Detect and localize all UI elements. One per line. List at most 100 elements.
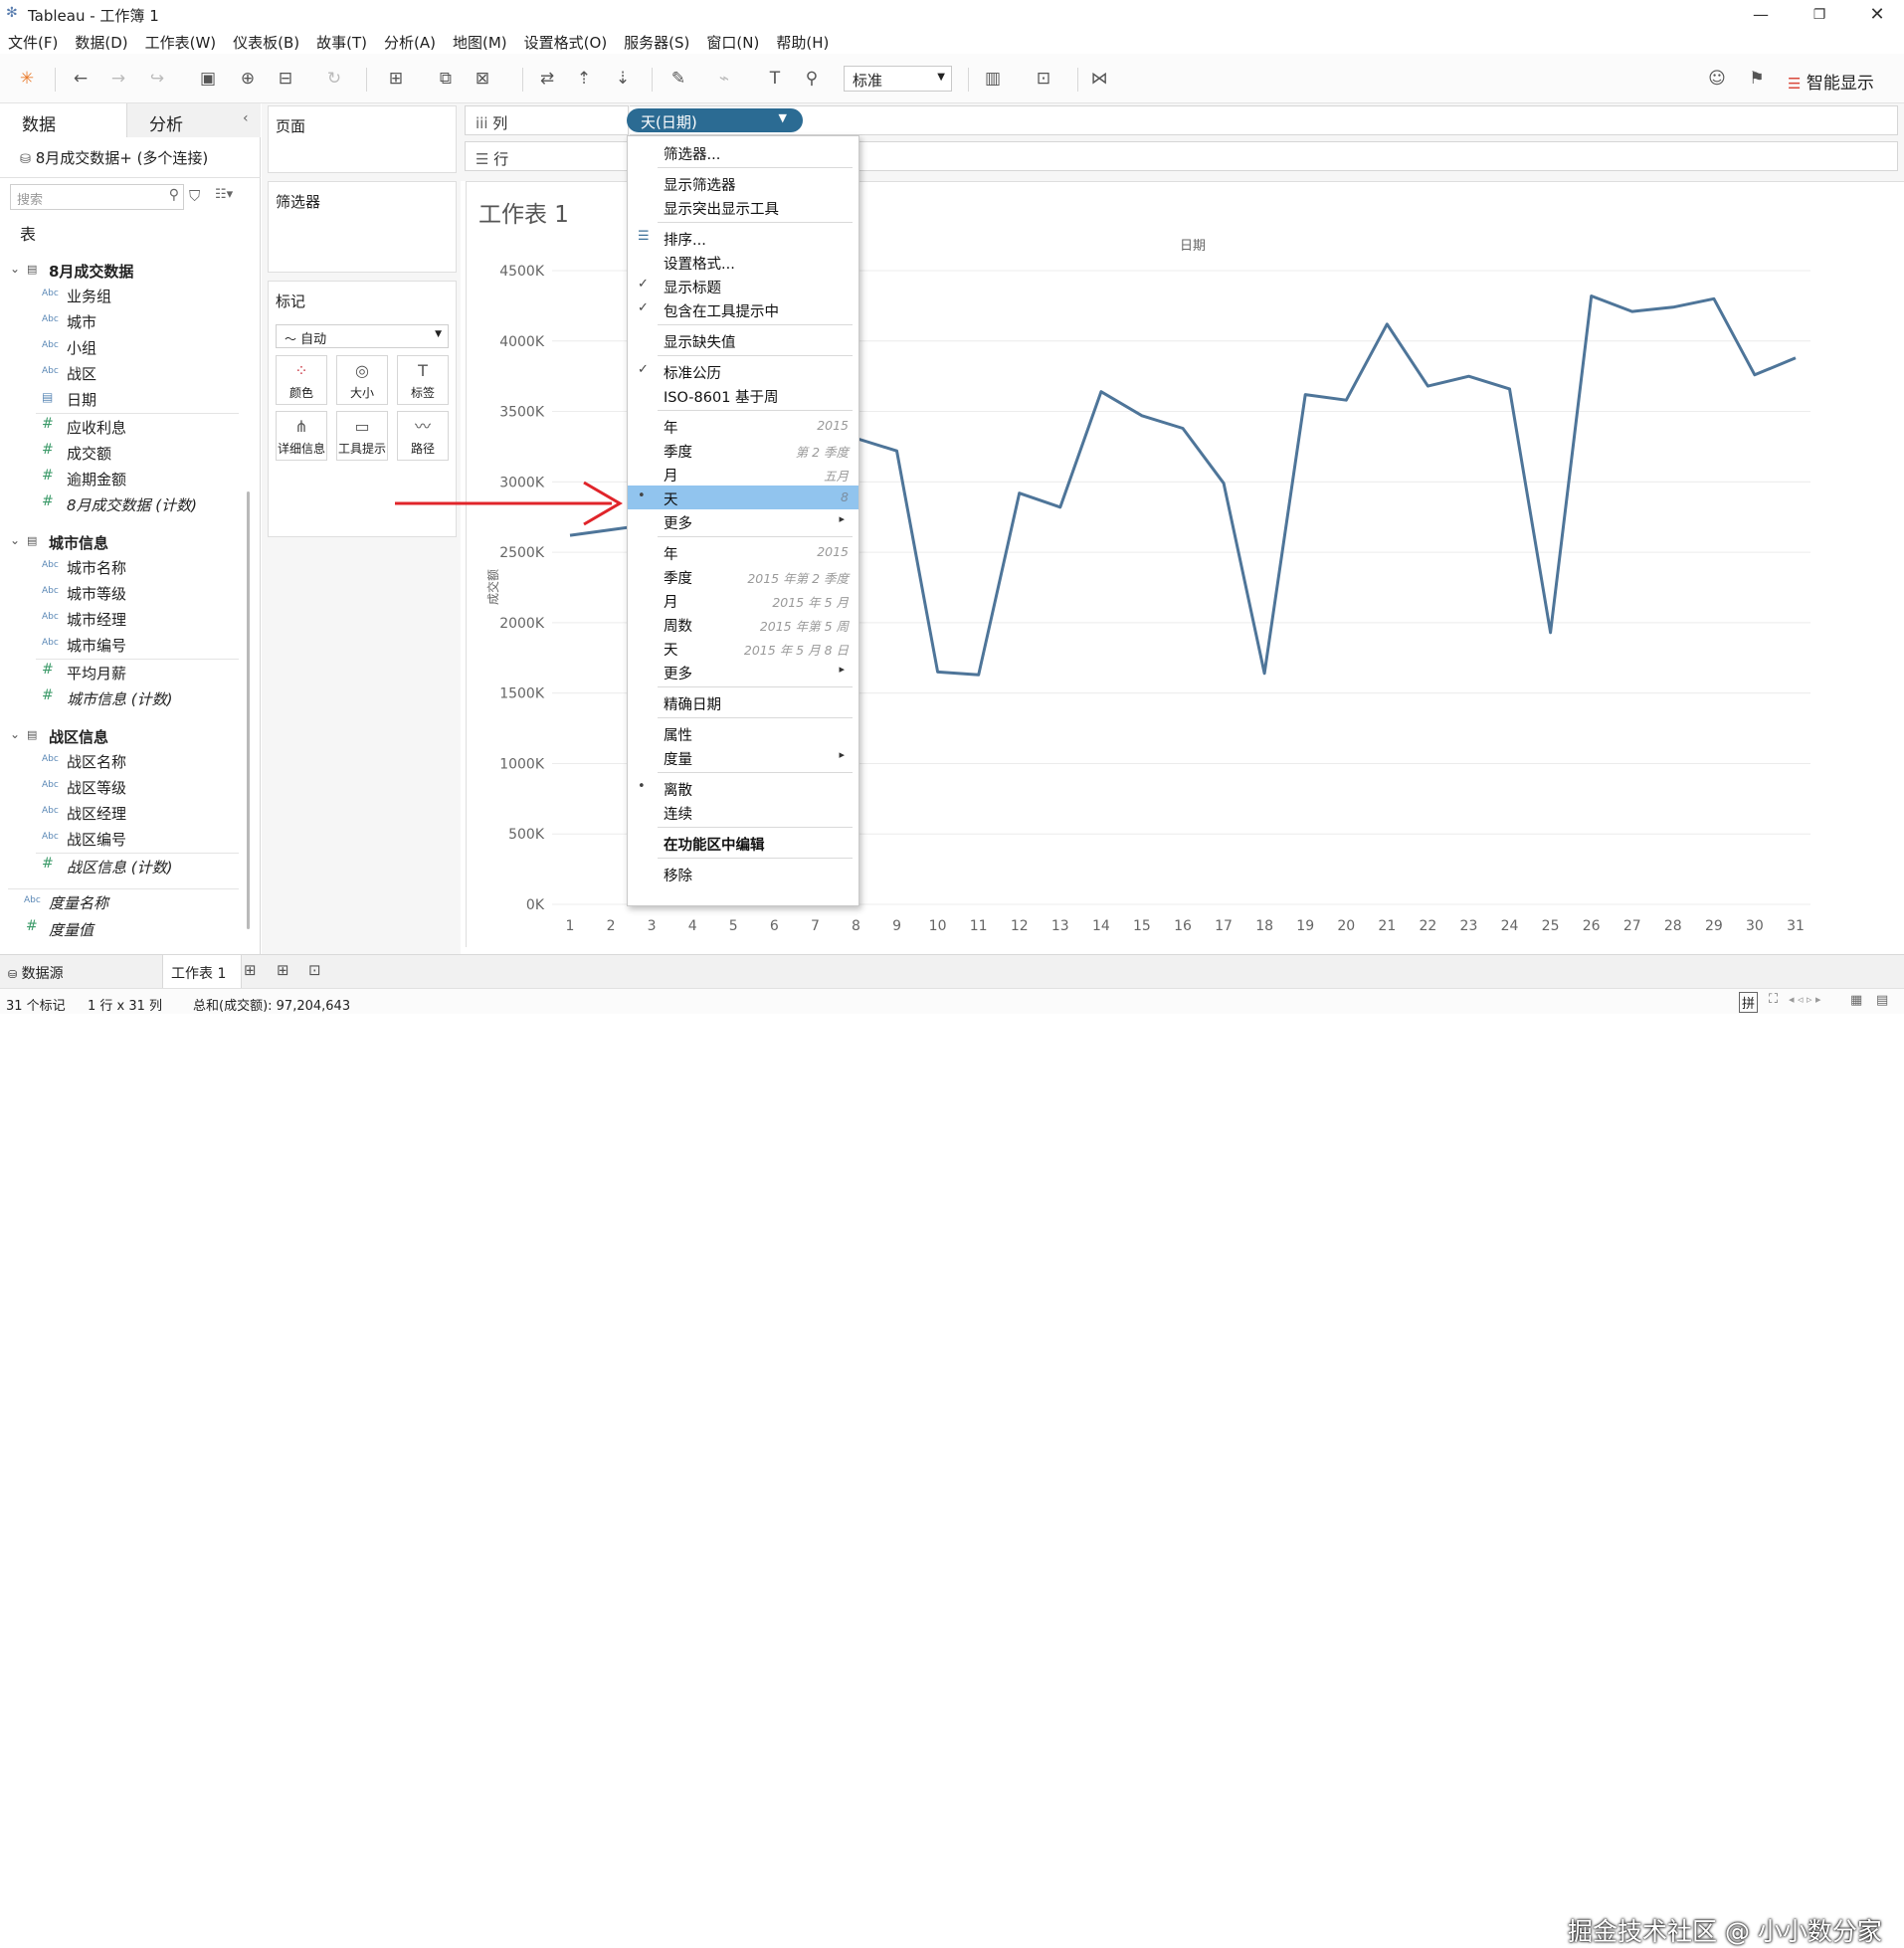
field-item[interactable]: ▤ 日期 (0, 386, 249, 412)
save-icon[interactable]: ▣ (195, 66, 221, 92)
date-pill[interactable]: 天(日期) ▼ (627, 108, 803, 132)
table-header[interactable]: ⌄ ▤ 8月成交数据 (0, 258, 249, 284)
undo-icon[interactable]: ← (68, 66, 94, 92)
path-button[interactable]: 〰路径 (397, 411, 449, 461)
menu-item[interactable]: ✓ 显示标题 (628, 274, 858, 297)
menu-item[interactable]: 筛选器... (628, 140, 858, 164)
collapse-icon[interactable]: ‹ (243, 110, 249, 126)
menu-item[interactable]: 度量 ▸ (628, 745, 858, 769)
field-item[interactable]: # 城市信息 (计数) (0, 685, 249, 711)
menu-item[interactable]: 精确日期 (628, 690, 858, 714)
field-item[interactable]: Abc 城市经理 (0, 606, 249, 632)
highlight-icon[interactable]: ✎ (666, 66, 691, 92)
field-item[interactable]: Abc 城市名称 (0, 554, 249, 580)
ask-data-icon[interactable]: ☺ (1704, 66, 1730, 92)
menu-item[interactable]: 更多 ▸ (628, 660, 858, 683)
menu-item[interactable]: • 天 8 (628, 486, 858, 509)
menu-file[interactable]: 文件(F) (0, 28, 67, 53)
nav-icon[interactable]: ⛶ (1769, 992, 1778, 1007)
new-dashboard-icon[interactable]: ⊞ (277, 961, 289, 979)
menu-item[interactable]: 连续 (628, 800, 858, 824)
restore-icon[interactable]: ❐ (1797, 2, 1842, 28)
show-cards-icon[interactable]: ▥ (980, 66, 1006, 92)
field-item[interactable]: #8月成交数据 (计数) (0, 491, 249, 517)
menu-item[interactable]: 周数 2015 年第 5 周 (628, 612, 858, 636)
detail-button[interactable]: ⋔ 详细信息 (276, 411, 327, 461)
new-worksheet-icon[interactable]: ⊞ (244, 961, 257, 979)
fit-select[interactable]: 标准 ▼ (844, 66, 952, 92)
label-button[interactable]: T 标签 (397, 355, 449, 405)
pages-card[interactable]: 页面 (268, 105, 457, 173)
ime-icon[interactable]: 拼 (1739, 992, 1759, 1013)
menu-format[interactable]: 设置格式(O) (516, 28, 617, 53)
menu-item[interactable]: 显示缺失值 (628, 328, 858, 352)
columns-shelf[interactable]: iii 列 (465, 105, 629, 135)
tab-data[interactable]: 数据 (0, 103, 127, 137)
field-item[interactable]: Abc 业务组 (0, 283, 249, 308)
field-item[interactable]: Abc 城市编号 (0, 632, 249, 658)
sort-ascending-icon[interactable]: ⇡ (571, 66, 597, 92)
menu-data[interactable]: 数据(D) (67, 28, 136, 53)
field-item[interactable]: Abc 战区编号 (0, 826, 249, 852)
share-icon[interactable]: ⋈ (1086, 66, 1112, 92)
tab-sheet-1[interactable]: 工作表 1 (162, 955, 242, 988)
fix-axes-icon[interactable]: ⚲ (799, 66, 825, 92)
menu-dashboard[interactable]: 仪表板(B) (225, 28, 308, 53)
field-item[interactable]: Abc 战区名称 (0, 748, 249, 774)
menu-item[interactable]: 显示筛选器 (628, 171, 858, 195)
show-labels-icon[interactable]: T (762, 66, 788, 92)
pause-update-icon[interactable]: ⊟ (273, 66, 298, 92)
field-item[interactable]: # 成交额 (0, 440, 249, 466)
menu-analysis[interactable]: 分析(A) (376, 28, 445, 53)
columns-dropzone[interactable] (630, 105, 1898, 135)
filters-card[interactable]: 筛选器 (268, 181, 457, 273)
replay-icon[interactable]: ↪ (144, 66, 170, 92)
field-item[interactable]: Abc 小组 (0, 334, 249, 360)
tableau-home-icon[interactable]: ✳ (14, 66, 40, 92)
menu-help[interactable]: 帮助(H) (768, 28, 838, 53)
menu-worksheet[interactable]: 工作表(W) (137, 28, 226, 53)
menu-item[interactable]: ☰ 排序... (628, 226, 858, 250)
datasource-item[interactable]: ⛁ 8月成交数据+ (多个连接) (20, 147, 208, 168)
menu-server[interactable]: 服务器(S) (616, 28, 698, 53)
menu-item[interactable]: 年 2015 (628, 540, 858, 564)
menu-item[interactable]: 属性 (628, 721, 858, 745)
field-item[interactable]: Abc 战区经理 (0, 800, 249, 826)
rows-shelf[interactable]: ☰ 行 (465, 141, 629, 171)
search-input[interactable]: 搜索 ⚲ (10, 184, 184, 210)
menu-item[interactable]: ✓ 包含在工具提示中 (628, 297, 858, 321)
field-item[interactable]: # 平均月薪 (0, 660, 249, 685)
new-datasource-icon[interactable]: ⊕ (235, 66, 261, 92)
refresh-icon[interactable]: ↻ (321, 66, 347, 92)
menu-item[interactable]: 在功能区中编辑 (628, 831, 858, 855)
tooltip-button[interactable]: ▭ 工具提示 (336, 411, 388, 461)
field-item[interactable]: Abc 城市等级 (0, 580, 249, 606)
table-header[interactable]: ⌄ ▤ 城市信息 (0, 529, 249, 555)
menu-item[interactable]: 年 2015 (628, 414, 858, 438)
menu-item[interactable]: 显示突出显示工具 (628, 195, 858, 219)
field-item[interactable]: # 应收利息 (0, 414, 249, 440)
new-story-icon[interactable]: ⊡ (308, 961, 321, 979)
menu-map[interactable]: 地图(M) (445, 28, 516, 53)
duplicate-sheet-icon[interactable]: ⧉ (433, 66, 459, 92)
field-item[interactable]: Abc 城市 (0, 308, 249, 334)
menu-item[interactable]: 更多 ▸ (628, 509, 858, 533)
menu-item[interactable]: • 离散 (628, 776, 858, 800)
field-item[interactable]: # 战区信息 (计数) (0, 854, 249, 879)
menu-item[interactable]: 月 2015 年 5 月 (628, 588, 858, 612)
menu-item[interactable]: 月 五月 (628, 462, 858, 486)
menu-item[interactable]: 移除 (628, 862, 858, 885)
minimize-icon[interactable]: — (1738, 2, 1784, 28)
mark-type-select[interactable]: 〜 自动 ▼ (276, 324, 449, 348)
size-button[interactable]: ◎ 大小 (336, 355, 388, 405)
swap-rows-columns-icon[interactable]: ⇄ (534, 66, 560, 92)
nav-arrows-icon[interactable]: ◂ ◃ ▹ ▸ (1789, 993, 1821, 1006)
menu-item[interactable]: ✓ 标准公历 (628, 359, 858, 383)
filmstrip-icon[interactable]: ▤ (1876, 993, 1888, 1008)
measure-names-item[interactable]: Abc 度量名称 (0, 889, 249, 915)
menu-item[interactable]: ISO-8601 基于周 (628, 383, 858, 407)
menu-item[interactable]: 季度 第 2 季度 (628, 438, 858, 462)
presentation-mode-icon[interactable]: ⊡ (1031, 66, 1056, 92)
format-painter-icon[interactable]: ⚑ (1744, 66, 1770, 92)
redo-icon[interactable]: → (105, 66, 131, 92)
